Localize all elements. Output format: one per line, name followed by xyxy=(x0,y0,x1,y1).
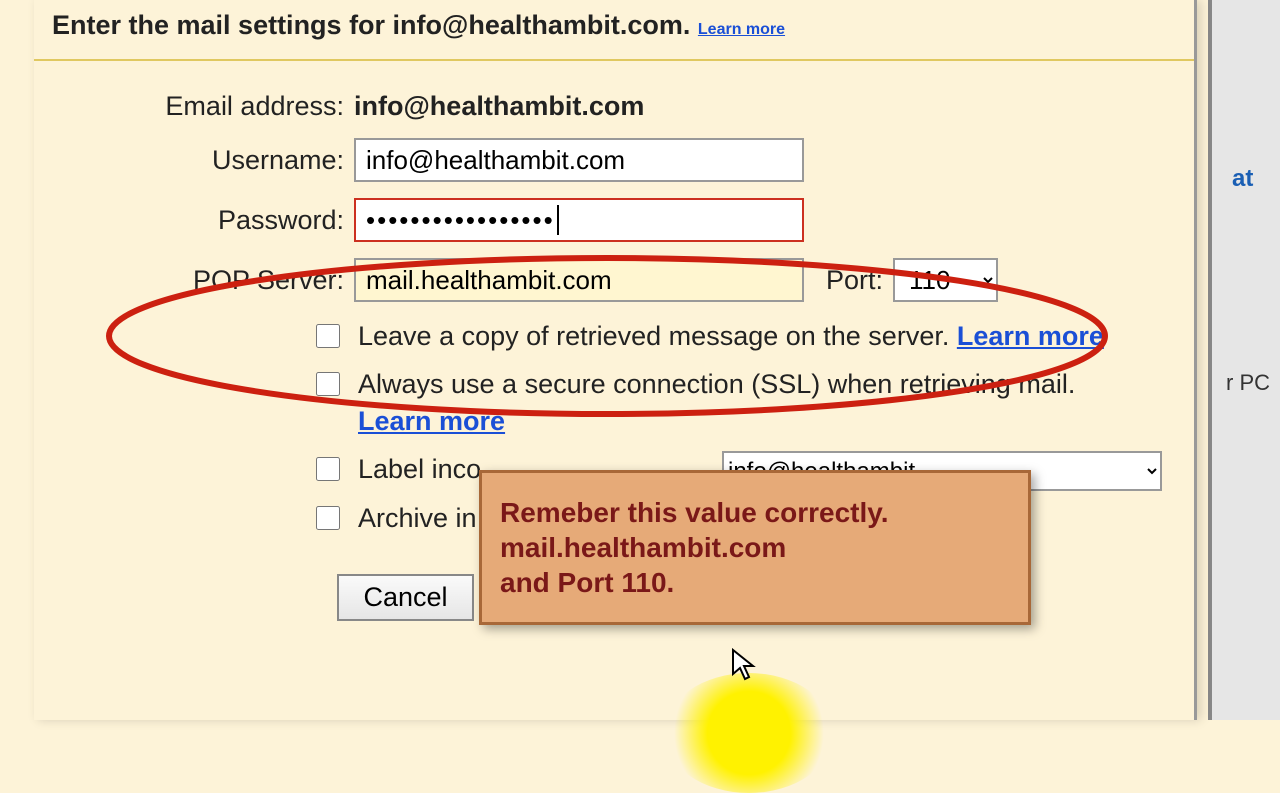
label-incoming-text: Label inco info@healthambit... xyxy=(358,451,481,487)
password-input[interactable]: ••••••••••••••••• xyxy=(354,198,804,242)
port-label: Port: xyxy=(826,265,883,296)
archive-text: Archive in xyxy=(358,500,477,536)
leave-copy-learn-more[interactable]: Learn more xyxy=(957,321,1104,351)
cancel-button[interactable]: Cancel xyxy=(337,574,473,621)
ssl-checkbox[interactable] xyxy=(316,372,340,396)
callout-line-2: mail.healthambit.com xyxy=(500,530,1010,565)
leave-copy-text: Leave a copy of retrieved message on the… xyxy=(358,318,1104,354)
ssl-text: Always use a secure connection (SSL) whe… xyxy=(358,366,1075,439)
email-value: info@healthambit.com xyxy=(354,91,644,122)
annotation-callout: Remeber this value correctly. mail.healt… xyxy=(479,470,1031,625)
highlight-spotlight xyxy=(664,673,834,793)
pop-server-label: POP Server: xyxy=(34,265,354,296)
background-window: at r PC xyxy=(1208,0,1280,720)
pop-server-input[interactable] xyxy=(354,258,804,302)
label-incoming-checkbox[interactable] xyxy=(316,457,340,481)
text-caret xyxy=(557,205,559,235)
mail-settings-dialog: Enter the mail settings for info@healtha… xyxy=(34,0,1197,720)
username-label: Username: xyxy=(34,145,354,176)
learn-more-link[interactable]: Learn more xyxy=(698,21,785,38)
ssl-learn-more[interactable]: Learn more xyxy=(358,406,505,436)
password-dots: ••••••••••••••••• xyxy=(366,205,555,236)
bg-text2: r PC xyxy=(1226,370,1270,396)
archive-checkbox[interactable] xyxy=(316,506,340,530)
leave-copy-checkbox[interactable] xyxy=(316,324,340,348)
callout-line-3: and Port 110. xyxy=(500,565,1010,600)
port-select[interactable]: 110 xyxy=(893,258,998,302)
password-label: Password: xyxy=(34,205,354,236)
bg-text: at xyxy=(1232,165,1253,193)
header-title: Enter the mail settings for info@healtha… xyxy=(52,10,698,40)
email-label: Email address: xyxy=(34,91,354,122)
dialog-header: Enter the mail settings for info@healtha… xyxy=(34,0,1194,61)
username-input[interactable] xyxy=(354,138,804,182)
callout-line-1: Remeber this value correctly. xyxy=(500,495,1010,530)
